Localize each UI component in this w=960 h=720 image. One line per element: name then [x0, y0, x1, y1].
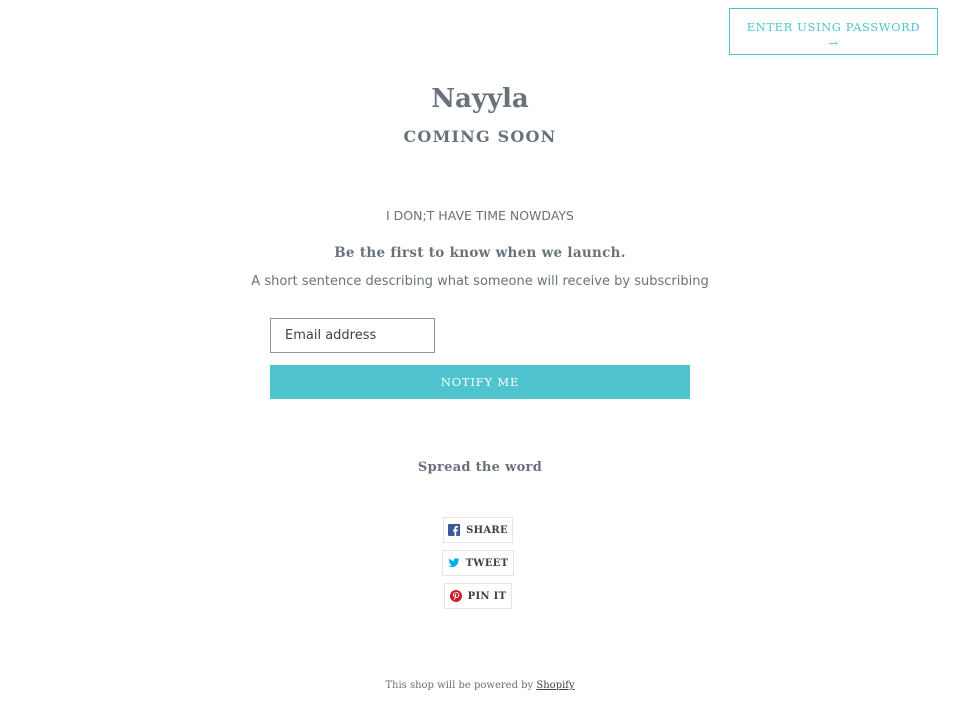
shop-name: Nayyla	[431, 84, 529, 114]
share-label: Share	[466, 524, 508, 536]
enter-password-button[interactable]: Enter using password →	[729, 8, 938, 55]
footer: This shop will be powered by Shopify	[0, 679, 960, 693]
tweet-label: Tweet	[465, 557, 509, 569]
share-pinterest-button[interactable]: Pin it	[444, 583, 512, 609]
shopify-link[interactable]: Shopify	[536, 680, 574, 691]
notify-me-button[interactable]: Notify me	[270, 365, 690, 399]
shop-message: I DON;T HAVE TIME NOWDAYS	[386, 208, 574, 223]
facebook-icon	[448, 524, 461, 536]
twitter-icon	[448, 557, 460, 569]
email-input[interactable]	[270, 318, 435, 353]
pinterest-icon	[449, 590, 462, 602]
coming-soon-heading: Coming Soon	[403, 127, 557, 146]
enter-password-label: Enter using password	[746, 20, 921, 34]
footer-text: This shop will be powered by	[385, 680, 534, 691]
share-twitter-button[interactable]: Tweet	[442, 550, 514, 576]
pin-it-label: Pin it	[467, 590, 507, 602]
share-facebook-button[interactable]: Share	[443, 517, 513, 543]
spread-the-word-heading: Spread the word	[417, 460, 543, 475]
newsletter-heading: Be the first to know when we launch.	[334, 245, 626, 261]
arrow-right-icon: →	[828, 36, 839, 50]
newsletter-subtext: A short sentence describing what someone…	[251, 274, 709, 289]
